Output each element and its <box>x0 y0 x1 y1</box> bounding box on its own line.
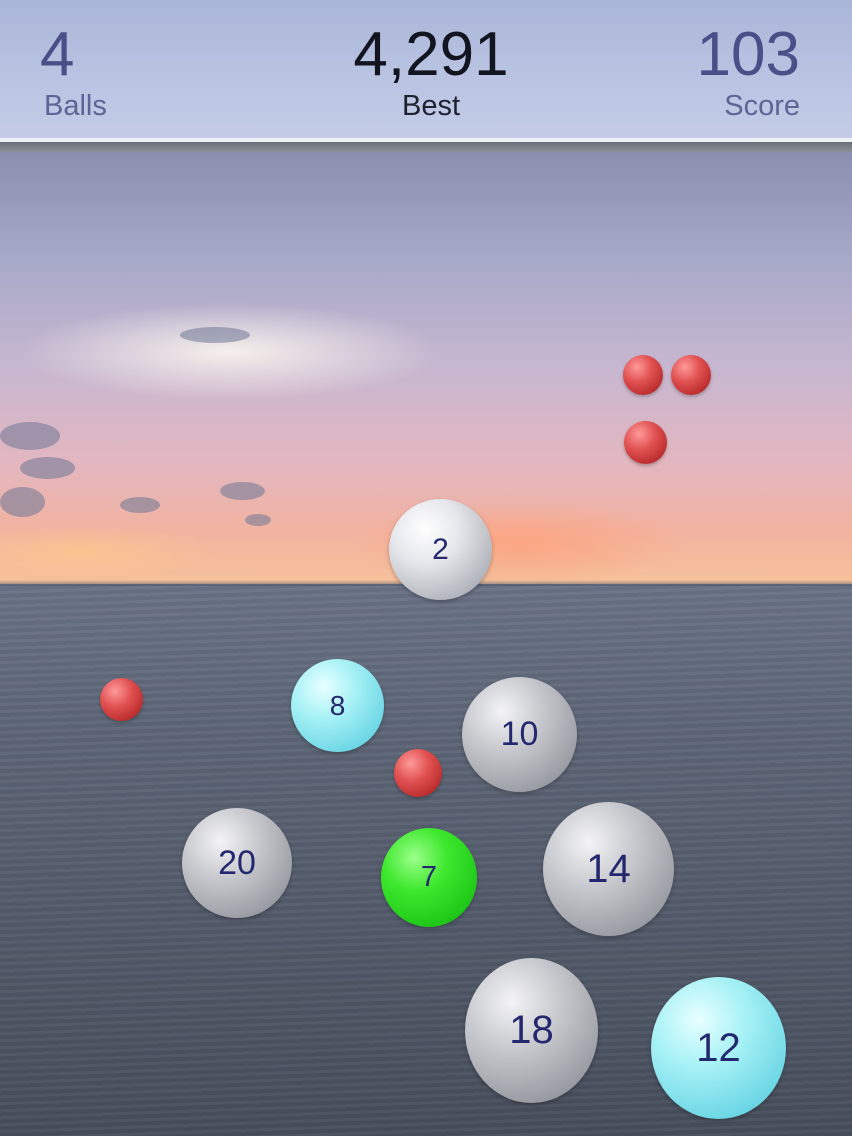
cloud <box>220 482 265 500</box>
cloud <box>0 487 45 517</box>
ball-number: 7 <box>420 861 438 893</box>
best-stat: 4,291 Best <box>326 20 536 122</box>
red-ball <box>100 678 143 721</box>
top-wall <box>0 142 852 152</box>
ball-number: 10 <box>500 715 539 753</box>
numbered-ball: 20 <box>182 808 292 918</box>
numbered-ball: 7 <box>381 828 477 927</box>
balls-stat: 4 Balls <box>40 20 107 122</box>
cloud <box>20 457 75 479</box>
current-score: 103 <box>696 20 800 89</box>
cloud <box>120 497 160 513</box>
ball-number: 8 <box>329 689 346 721</box>
cloud <box>245 514 271 526</box>
game-screen: 4 Balls 4,291 Best 103 Score 2 8 10 20 7… <box>0 0 852 1136</box>
numbered-ball: 18 <box>465 958 598 1103</box>
cloud <box>0 422 60 450</box>
play-field[interactable]: 2 8 10 20 7 14 18 12 <box>0 152 852 1136</box>
best-score: 4,291 <box>353 20 509 89</box>
ball-number: 14 <box>586 846 631 891</box>
red-ball <box>624 421 667 464</box>
ball-number: 2 <box>432 532 449 566</box>
ball-number: 12 <box>696 1025 741 1070</box>
numbered-ball: 12 <box>651 977 786 1119</box>
numbered-ball: 2 <box>389 499 492 600</box>
numbered-ball: 14 <box>543 802 674 936</box>
numbered-ball: 10 <box>462 677 577 792</box>
ball-number: 20 <box>218 843 256 882</box>
cloud <box>180 327 250 343</box>
balls-count: 4 <box>40 20 75 89</box>
balls-label: Balls <box>44 90 107 122</box>
numbered-ball: 8 <box>291 659 384 752</box>
red-ball <box>394 749 442 797</box>
score-stat: 103 Score <box>697 20 800 122</box>
hud-bar: 4 Balls 4,291 Best 103 Score <box>0 0 852 138</box>
red-ball <box>623 355 663 395</box>
best-label: Best <box>401 90 461 122</box>
red-ball <box>671 355 711 395</box>
ball-number: 18 <box>509 1008 554 1052</box>
score-label: Score <box>724 90 800 122</box>
